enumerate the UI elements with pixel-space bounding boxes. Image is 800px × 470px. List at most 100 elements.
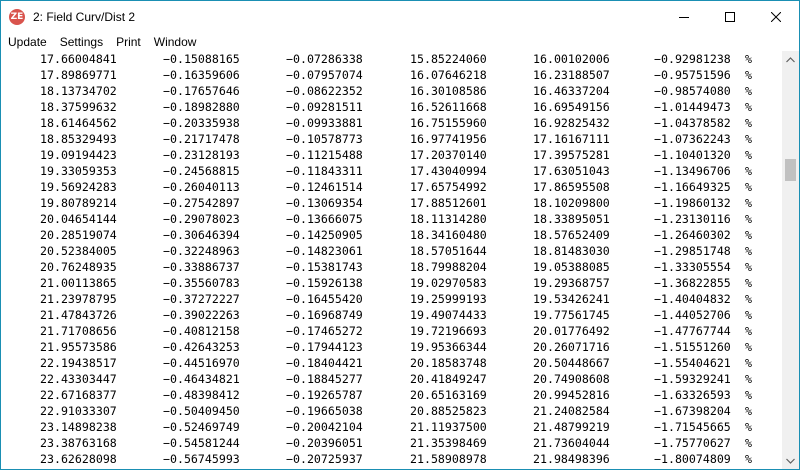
chevron-down-icon bbox=[786, 458, 795, 464]
cell-y-angle: 19.56924283 bbox=[40, 180, 117, 194]
cell-y-angle: 20.76248935 bbox=[40, 260, 117, 274]
scroll-up-button[interactable] bbox=[782, 51, 799, 68]
cell-y-angle: 18.85329493 bbox=[40, 132, 117, 146]
cell-tan-shift: −0.17657646 bbox=[163, 84, 240, 98]
cell-y-angle: 21.00113865 bbox=[40, 276, 117, 290]
cell-distortion: −1.44052706 bbox=[654, 308, 731, 322]
cell-sag-shift: −0.19265787 bbox=[286, 388, 363, 402]
cell-tan-shift: −0.33886737 bbox=[163, 260, 240, 274]
table-row: 20.76248935 −0.33886737 −0.15381743 18.7998… bbox=[1, 259, 782, 275]
cell-sag-shift: −0.12461514 bbox=[286, 180, 363, 194]
cell-distortion: −1.71545665 bbox=[654, 420, 731, 434]
maximize-icon bbox=[725, 11, 735, 22]
cell-distortion: −1.29851748 bbox=[654, 244, 731, 258]
cell-real-height: 18.11314280 bbox=[410, 212, 487, 226]
scroll-thumb[interactable] bbox=[785, 159, 796, 181]
minimize-button[interactable] bbox=[661, 1, 707, 32]
cell-tan-shift: −0.21717478 bbox=[163, 132, 240, 146]
cell-distortion: −0.95751596 bbox=[654, 68, 731, 82]
cell-ref-height: 17.39575281 bbox=[533, 148, 610, 162]
cell-tan-shift: −0.46434821 bbox=[163, 372, 240, 386]
cell-tan-shift: −0.18982880 bbox=[163, 100, 240, 114]
cell-tan-shift: −0.58966189 bbox=[163, 467, 240, 469]
maximize-button[interactable] bbox=[707, 1, 753, 32]
table-row: 18.37599632 −0.18982880 −0.09281511 16.5261… bbox=[1, 99, 782, 115]
cell-percent: % bbox=[745, 196, 752, 210]
menu-settings[interactable]: Settings bbox=[53, 35, 109, 49]
cell-percent: % bbox=[745, 68, 752, 82]
cell-distortion: −1.19860132 bbox=[654, 196, 731, 210]
table-row: 19.09194423 −0.23128193 −0.11215488 17.2037… bbox=[1, 147, 782, 163]
cell-real-height: 16.75155960 bbox=[410, 116, 487, 130]
cell-y-angle: 22.67168377 bbox=[40, 388, 117, 402]
cell-tan-shift: −0.24568815 bbox=[163, 164, 240, 178]
cell-distortion: −1.75770627 bbox=[654, 436, 731, 450]
table-row: 23.62628098 −0.56745993 −0.20725937 21.5890… bbox=[1, 451, 782, 467]
vertical-scrollbar[interactable] bbox=[782, 51, 799, 469]
cell-sag-shift: −0.17944123 bbox=[286, 340, 363, 354]
cell-distortion: −1.40404832 bbox=[654, 292, 731, 306]
cell-y-angle: 21.71708656 bbox=[40, 324, 117, 338]
cell-percent: % bbox=[745, 116, 752, 130]
table-row: 19.80789214 −0.27542897 −0.13069354 17.8851… bbox=[1, 195, 782, 211]
data-table[interactable]: 17.66004841 −0.15088165 −0.07286338 15.8522… bbox=[1, 51, 782, 469]
cell-percent: % bbox=[745, 164, 752, 178]
cell-real-height: 18.79988204 bbox=[410, 260, 487, 274]
cell-ref-height: 19.77561745 bbox=[533, 308, 610, 322]
close-button[interactable] bbox=[753, 1, 799, 32]
cell-ref-height: 16.69549156 bbox=[533, 100, 610, 114]
cell-real-height: 19.95366344 bbox=[410, 340, 487, 354]
cell-tan-shift: −0.27542897 bbox=[163, 196, 240, 210]
cell-distortion: −1.23130116 bbox=[654, 212, 731, 226]
cell-sag-shift: −0.18845277 bbox=[286, 372, 363, 386]
table-row: 21.00113865 −0.35560783 −0.15926138 19.0297… bbox=[1, 275, 782, 291]
menu-print[interactable]: Print bbox=[109, 35, 147, 49]
cell-real-height: 16.97741956 bbox=[410, 132, 487, 146]
cell-tan-shift: −0.32248963 bbox=[163, 244, 240, 258]
table-row: 22.19438517 −0.44516970 −0.18404421 20.1858… bbox=[1, 355, 782, 371]
cell-percent: % bbox=[745, 148, 752, 162]
cell-percent: % bbox=[745, 388, 752, 402]
cell-sag-shift: −0.18404421 bbox=[286, 356, 363, 370]
cell-ref-height: 21.73604044 bbox=[533, 436, 610, 450]
cell-percent: % bbox=[745, 308, 752, 322]
menu-update[interactable]: Update bbox=[1, 35, 53, 49]
cell-tan-shift: −0.30646394 bbox=[163, 228, 240, 242]
cell-ref-height: 19.05388085 bbox=[533, 260, 610, 274]
table-row: 21.47843726 −0.39022263 −0.16968749 19.4907… bbox=[1, 307, 782, 323]
cell-y-angle: 18.13734702 bbox=[40, 84, 117, 98]
cell-distortion: −1.26460302 bbox=[654, 228, 731, 242]
cell-ref-height: 17.16167111 bbox=[533, 132, 610, 146]
cell-tan-shift: −0.40812158 bbox=[163, 324, 240, 338]
cell-ref-height: 16.46337204 bbox=[533, 84, 610, 98]
table-row: 17.89869771 −0.16359606 −0.07957074 16.0764… bbox=[1, 67, 782, 83]
cell-ref-height: 17.86595508 bbox=[533, 180, 610, 194]
table-row: 17.66004841 −0.15088165 −0.07286338 15.8522… bbox=[1, 51, 782, 67]
cell-percent: % bbox=[745, 404, 752, 418]
cell-percent: % bbox=[745, 180, 752, 194]
cell-tan-shift: −0.39022263 bbox=[163, 308, 240, 322]
cell-tan-shift: −0.44516970 bbox=[163, 356, 240, 370]
cell-percent: % bbox=[745, 372, 752, 386]
cell-ref-height: 16.92825432 bbox=[533, 116, 610, 130]
table-row: 21.95573586 −0.42643253 −0.17944123 19.9536… bbox=[1, 339, 782, 355]
scroll-down-button[interactable] bbox=[782, 452, 799, 469]
menu-window[interactable]: Window bbox=[147, 35, 203, 49]
cell-sag-shift: −0.15381743 bbox=[286, 260, 363, 274]
cell-sag-shift: −0.11215488 bbox=[286, 148, 363, 162]
cell-real-height: 17.65754992 bbox=[410, 180, 487, 194]
app-window: ZE 2: Field Curv/Dist 2 Update Settings … bbox=[0, 0, 800, 470]
table-row: 23.38763168 −0.54581244 −0.20396051 21.3539… bbox=[1, 435, 782, 451]
cell-tan-shift: −0.23128193 bbox=[163, 148, 240, 162]
cell-ref-height: 21.24082584 bbox=[533, 404, 610, 418]
cell-sag-shift: −0.13666075 bbox=[286, 212, 363, 226]
cell-sag-shift: −0.20042104 bbox=[286, 420, 363, 434]
cell-y-angle: 21.23978795 bbox=[40, 292, 117, 306]
cell-tan-shift: −0.48398412 bbox=[163, 388, 240, 402]
cell-y-angle: 23.38763168 bbox=[40, 436, 117, 450]
cell-tan-shift: −0.52469749 bbox=[163, 420, 240, 434]
title-bar[interactable]: ZE 2: Field Curv/Dist 2 bbox=[1, 1, 799, 32]
cell-sag-shift: −0.09933881 bbox=[286, 116, 363, 130]
cell-ref-height: 19.53426241 bbox=[533, 292, 610, 306]
chevron-up-icon bbox=[786, 56, 795, 62]
